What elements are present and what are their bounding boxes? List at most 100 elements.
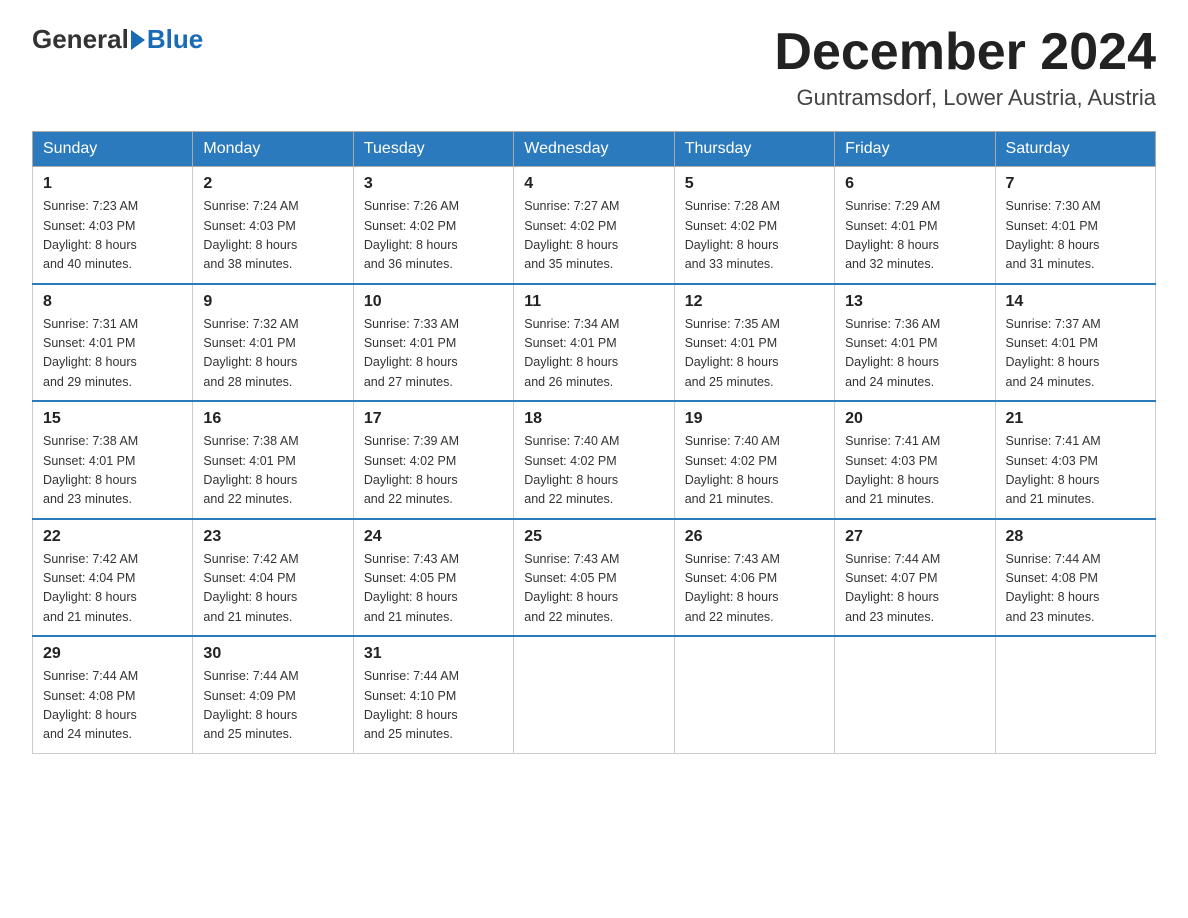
day-number: 5 [685,175,824,193]
day-number: 30 [203,645,342,663]
month-title: December 2024 [774,24,1156,81]
day-info: Sunrise: 7:40 AMSunset: 4:02 PMDaylight:… [524,434,619,506]
day-info: Sunrise: 7:31 AMSunset: 4:01 PMDaylight:… [43,317,138,389]
table-row [995,636,1155,753]
day-number: 12 [685,293,824,311]
table-row: 30 Sunrise: 7:44 AMSunset: 4:09 PMDaylig… [193,636,353,753]
day-number: 22 [43,528,182,546]
weekday-header-row: Sunday Monday Tuesday Wednesday Thursday… [33,132,1156,167]
table-row: 24 Sunrise: 7:43 AMSunset: 4:05 PMDaylig… [353,519,513,637]
header-saturday: Saturday [995,132,1155,167]
day-info: Sunrise: 7:43 AMSunset: 4:06 PMDaylight:… [685,552,780,624]
day-info: Sunrise: 7:27 AMSunset: 4:02 PMDaylight:… [524,199,619,271]
day-number: 23 [203,528,342,546]
day-number: 3 [364,175,503,193]
logo: General Blue [32,24,203,55]
day-info: Sunrise: 7:32 AMSunset: 4:01 PMDaylight:… [203,317,298,389]
day-number: 24 [364,528,503,546]
day-info: Sunrise: 7:34 AMSunset: 4:01 PMDaylight:… [524,317,619,389]
title-area: December 2024 Guntramsdorf, Lower Austri… [774,24,1156,111]
table-row: 25 Sunrise: 7:43 AMSunset: 4:05 PMDaylig… [514,519,674,637]
table-row: 21 Sunrise: 7:41 AMSunset: 4:03 PMDaylig… [995,401,1155,519]
day-number: 9 [203,293,342,311]
day-info: Sunrise: 7:42 AMSunset: 4:04 PMDaylight:… [43,552,138,624]
day-info: Sunrise: 7:42 AMSunset: 4:04 PMDaylight:… [203,552,298,624]
day-number: 20 [845,410,984,428]
header-tuesday: Tuesday [353,132,513,167]
table-row: 2 Sunrise: 7:24 AMSunset: 4:03 PMDayligh… [193,167,353,284]
day-number: 7 [1006,175,1145,193]
day-number: 13 [845,293,984,311]
logo-general-text: General [32,24,129,55]
table-row: 28 Sunrise: 7:44 AMSunset: 4:08 PMDaylig… [995,519,1155,637]
table-row: 16 Sunrise: 7:38 AMSunset: 4:01 PMDaylig… [193,401,353,519]
day-number: 8 [43,293,182,311]
table-row: 17 Sunrise: 7:39 AMSunset: 4:02 PMDaylig… [353,401,513,519]
day-info: Sunrise: 7:24 AMSunset: 4:03 PMDaylight:… [203,199,298,271]
calendar-week-row: 8 Sunrise: 7:31 AMSunset: 4:01 PMDayligh… [33,284,1156,402]
header-thursday: Thursday [674,132,834,167]
table-row: 10 Sunrise: 7:33 AMSunset: 4:01 PMDaylig… [353,284,513,402]
day-info: Sunrise: 7:37 AMSunset: 4:01 PMDaylight:… [1006,317,1101,389]
table-row [514,636,674,753]
day-info: Sunrise: 7:44 AMSunset: 4:07 PMDaylight:… [845,552,940,624]
day-info: Sunrise: 7:35 AMSunset: 4:01 PMDaylight:… [685,317,780,389]
header-wednesday: Wednesday [514,132,674,167]
day-info: Sunrise: 7:43 AMSunset: 4:05 PMDaylight:… [524,552,619,624]
calendar-table: Sunday Monday Tuesday Wednesday Thursday… [32,131,1156,754]
calendar-week-row: 15 Sunrise: 7:38 AMSunset: 4:01 PMDaylig… [33,401,1156,519]
table-row: 20 Sunrise: 7:41 AMSunset: 4:03 PMDaylig… [835,401,995,519]
calendar-week-row: 29 Sunrise: 7:44 AMSunset: 4:08 PMDaylig… [33,636,1156,753]
day-number: 11 [524,293,663,311]
calendar-week-row: 22 Sunrise: 7:42 AMSunset: 4:04 PMDaylig… [33,519,1156,637]
day-number: 16 [203,410,342,428]
day-number: 25 [524,528,663,546]
day-number: 10 [364,293,503,311]
table-row: 12 Sunrise: 7:35 AMSunset: 4:01 PMDaylig… [674,284,834,402]
day-number: 31 [364,645,503,663]
day-info: Sunrise: 7:44 AMSunset: 4:08 PMDaylight:… [43,669,138,741]
day-info: Sunrise: 7:38 AMSunset: 4:01 PMDaylight:… [203,434,298,506]
day-number: 29 [43,645,182,663]
day-number: 18 [524,410,663,428]
day-info: Sunrise: 7:29 AMSunset: 4:01 PMDaylight:… [845,199,940,271]
day-number: 15 [43,410,182,428]
table-row: 22 Sunrise: 7:42 AMSunset: 4:04 PMDaylig… [33,519,193,637]
table-row [674,636,834,753]
day-number: 14 [1006,293,1145,311]
day-info: Sunrise: 7:39 AMSunset: 4:02 PMDaylight:… [364,434,459,506]
table-row: 5 Sunrise: 7:28 AMSunset: 4:02 PMDayligh… [674,167,834,284]
table-row: 8 Sunrise: 7:31 AMSunset: 4:01 PMDayligh… [33,284,193,402]
table-row: 3 Sunrise: 7:26 AMSunset: 4:02 PMDayligh… [353,167,513,284]
table-row: 9 Sunrise: 7:32 AMSunset: 4:01 PMDayligh… [193,284,353,402]
table-row: 1 Sunrise: 7:23 AMSunset: 4:03 PMDayligh… [33,167,193,284]
header-sunday: Sunday [33,132,193,167]
day-number: 2 [203,175,342,193]
day-number: 1 [43,175,182,193]
header-friday: Friday [835,132,995,167]
day-number: 28 [1006,528,1145,546]
day-number: 19 [685,410,824,428]
header-monday: Monday [193,132,353,167]
table-row: 11 Sunrise: 7:34 AMSunset: 4:01 PMDaylig… [514,284,674,402]
day-info: Sunrise: 7:44 AMSunset: 4:09 PMDaylight:… [203,669,298,741]
day-number: 6 [845,175,984,193]
table-row: 4 Sunrise: 7:27 AMSunset: 4:02 PMDayligh… [514,167,674,284]
table-row: 18 Sunrise: 7:40 AMSunset: 4:02 PMDaylig… [514,401,674,519]
day-number: 4 [524,175,663,193]
table-row [835,636,995,753]
table-row: 6 Sunrise: 7:29 AMSunset: 4:01 PMDayligh… [835,167,995,284]
day-info: Sunrise: 7:40 AMSunset: 4:02 PMDaylight:… [685,434,780,506]
day-info: Sunrise: 7:33 AMSunset: 4:01 PMDaylight:… [364,317,459,389]
table-row: 19 Sunrise: 7:40 AMSunset: 4:02 PMDaylig… [674,401,834,519]
day-info: Sunrise: 7:30 AMSunset: 4:01 PMDaylight:… [1006,199,1101,271]
day-number: 26 [685,528,824,546]
table-row: 14 Sunrise: 7:37 AMSunset: 4:01 PMDaylig… [995,284,1155,402]
day-info: Sunrise: 7:43 AMSunset: 4:05 PMDaylight:… [364,552,459,624]
day-info: Sunrise: 7:38 AMSunset: 4:01 PMDaylight:… [43,434,138,506]
table-row: 29 Sunrise: 7:44 AMSunset: 4:08 PMDaylig… [33,636,193,753]
table-row: 13 Sunrise: 7:36 AMSunset: 4:01 PMDaylig… [835,284,995,402]
day-info: Sunrise: 7:44 AMSunset: 4:08 PMDaylight:… [1006,552,1101,624]
day-info: Sunrise: 7:23 AMSunset: 4:03 PMDaylight:… [43,199,138,271]
day-info: Sunrise: 7:41 AMSunset: 4:03 PMDaylight:… [1006,434,1101,506]
